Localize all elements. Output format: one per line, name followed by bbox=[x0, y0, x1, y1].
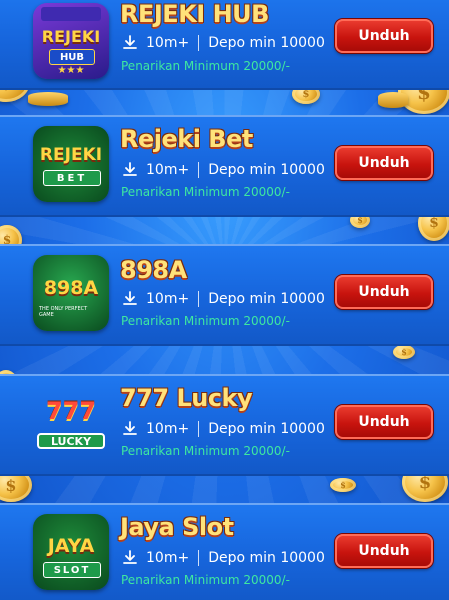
download-count: 10m+ bbox=[146, 162, 190, 178]
download-button[interactable]: Unduh bbox=[335, 275, 433, 309]
app-stats: 10m+ Depo min 10000 bbox=[122, 421, 325, 437]
app-icon-text: JAYA bbox=[47, 535, 95, 557]
app-icon-subtext: HUB bbox=[49, 49, 95, 65]
divider bbox=[198, 291, 200, 307]
download-icon bbox=[122, 35, 138, 51]
app-icon-jaya-slot: JAYA SLOT bbox=[33, 514, 109, 590]
app-icon-rejeki-hub: REJEKI HUB ★★★ bbox=[33, 3, 109, 79]
deposit-info: Depo min 10000 bbox=[208, 35, 325, 51]
app-icon-rejeki-bet: REJEKI BET bbox=[33, 126, 109, 202]
app-icon-text: 898A bbox=[43, 277, 99, 299]
divider bbox=[198, 162, 200, 178]
app-name: 777 Lucky bbox=[120, 384, 253, 412]
withdraw-note: Penarikan Minimum 20000/- bbox=[121, 59, 290, 73]
app-stats: 10m+ Depo min 10000 bbox=[122, 162, 325, 178]
divider bbox=[198, 421, 200, 437]
divider bbox=[198, 550, 200, 566]
download-icon bbox=[122, 550, 138, 566]
app-stats: 10m+ Depo min 10000 bbox=[122, 35, 325, 51]
app-card: JAYA SLOT Jaya Slot 10m+ Depo min 10000 … bbox=[0, 503, 449, 600]
deposit-info: Depo min 10000 bbox=[208, 291, 325, 307]
app-name: 898A bbox=[120, 256, 187, 284]
download-button[interactable]: Unduh bbox=[335, 19, 433, 53]
app-icon-subtext: THE ONLY PERFECT GAME bbox=[39, 306, 88, 318]
deposit-info: Depo min 10000 bbox=[208, 162, 325, 178]
download-count: 10m+ bbox=[146, 291, 190, 307]
app-stats: 10m+ Depo min 10000 bbox=[122, 550, 325, 566]
download-count: 10m+ bbox=[146, 35, 190, 51]
app-icon-text: REJEKI bbox=[39, 145, 103, 165]
withdraw-note: Penarikan Minimum 20000/- bbox=[121, 185, 290, 199]
download-icon bbox=[122, 291, 138, 307]
deposit-info: Depo min 10000 bbox=[208, 421, 325, 437]
app-card: REJEKI BET Rejeki Bet 10m+ Depo min 1000… bbox=[0, 115, 449, 217]
app-icon-777-lucky: 777 LUCKY bbox=[33, 385, 109, 461]
gold-coin-icon: $ bbox=[330, 478, 356, 492]
app-card: REJEKI HUB ★★★ REJEKI HUB 10m+ Depo min … bbox=[0, 0, 449, 90]
app-icon-subtext: LUCKY bbox=[37, 433, 105, 449]
download-count: 10m+ bbox=[146, 421, 190, 437]
app-stats: 10m+ Depo min 10000 bbox=[122, 291, 325, 307]
download-button[interactable]: Unduh bbox=[335, 405, 433, 439]
app-name: Rejeki Bet bbox=[120, 125, 253, 153]
download-icon bbox=[122, 162, 138, 178]
app-icon-subtext: BET bbox=[43, 170, 101, 186]
divider bbox=[198, 35, 200, 51]
app-name: Jaya Slot bbox=[120, 513, 234, 541]
download-button[interactable]: Unduh bbox=[335, 146, 433, 180]
app-icon-text: REJEKI bbox=[41, 26, 101, 46]
gold-coin-icon: $ bbox=[393, 345, 415, 359]
coin-stack-icon bbox=[378, 92, 408, 108]
download-button[interactable]: Unduh bbox=[335, 534, 433, 568]
app-icon-subtext: SLOT bbox=[43, 562, 101, 578]
app-name: REJEKI HUB bbox=[120, 0, 269, 28]
app-icon-898a: 898A THE ONLY PERFECT GAME bbox=[33, 255, 109, 331]
withdraw-note: Penarikan Minimum 20000/- bbox=[121, 444, 290, 458]
download-icon bbox=[122, 421, 138, 437]
app-card: 898A THE ONLY PERFECT GAME 898A 10m+ Dep… bbox=[0, 244, 449, 346]
download-count: 10m+ bbox=[146, 550, 190, 566]
deposit-info: Depo min 10000 bbox=[208, 550, 325, 566]
coin-stack-icon bbox=[28, 92, 68, 106]
withdraw-note: Penarikan Minimum 20000/- bbox=[121, 573, 290, 587]
app-icon-text: 777 bbox=[45, 397, 97, 425]
stars-icon: ★★★ bbox=[57, 65, 85, 76]
app-card: 777 LUCKY 777 Lucky 10m+ Depo min 10000 … bbox=[0, 374, 449, 476]
withdraw-note: Penarikan Minimum 20000/- bbox=[121, 314, 290, 328]
